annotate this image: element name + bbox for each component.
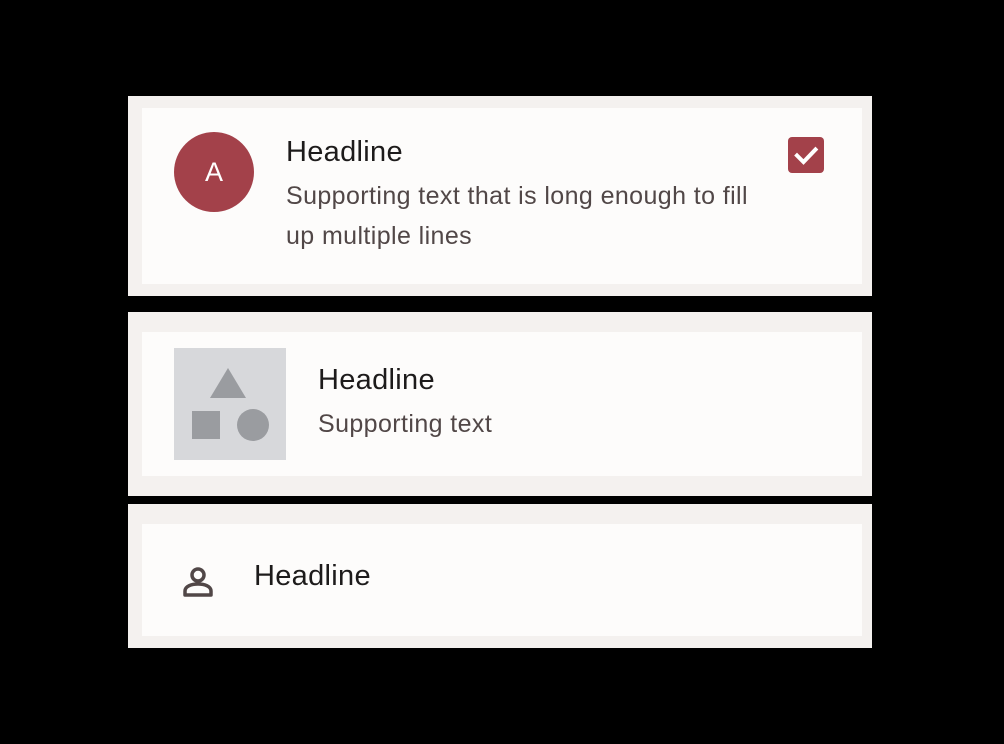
checkbox[interactable] — [788, 137, 824, 173]
list-item-supporting-text: Supporting text that is long enough to f… — [286, 182, 748, 250]
list-item-headline: Headline — [254, 560, 371, 592]
avatar: A — [174, 132, 254, 212]
shapes-placeholder-icon — [192, 368, 269, 441]
list-item-headline: Headline — [286, 136, 403, 168]
list-item-supporting-text: Supporting text — [318, 410, 493, 438]
list-frame-3: Headline — [128, 504, 872, 648]
avatar-letter: A — [204, 156, 223, 187]
person-icon — [183, 567, 213, 597]
list-frame-2: Headline Supporting text — [128, 312, 872, 496]
list-frame-1: A Headline Supporting text that is long … — [128, 96, 872, 296]
check-icon — [794, 146, 819, 165]
list-item-three-line[interactable]: A Headline Supporting text that is long … — [142, 108, 862, 284]
list-item-headline: Headline — [318, 364, 435, 396]
list-item-two-line[interactable]: Headline Supporting text — [142, 332, 862, 476]
list-item-one-line[interactable]: Headline — [142, 524, 862, 636]
thumbnail — [174, 348, 286, 460]
